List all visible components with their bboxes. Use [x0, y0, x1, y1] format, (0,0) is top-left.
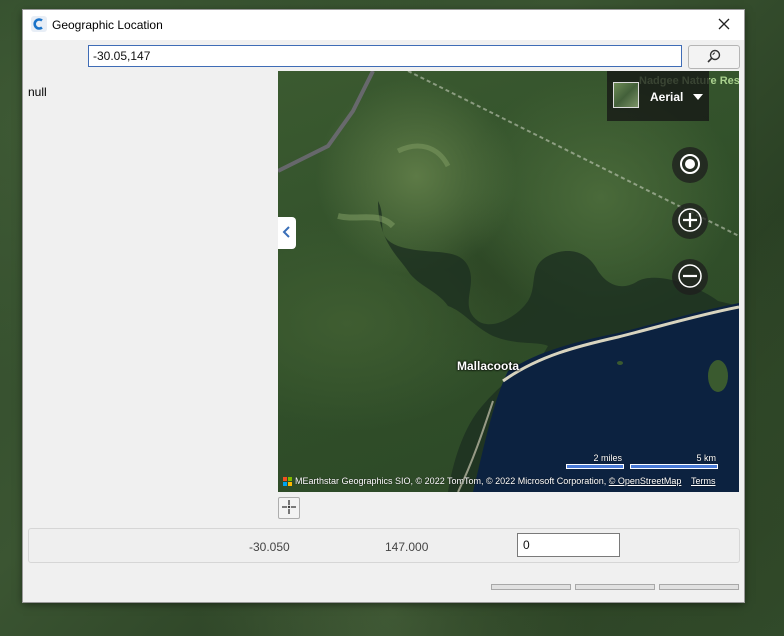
- collapse-panel-button[interactable]: [278, 217, 296, 249]
- altitude-input[interactable]: [517, 533, 620, 557]
- window-title: Geographic Location: [52, 18, 163, 32]
- geographic-location-dialog: Geographic Location null: [23, 10, 744, 602]
- map-view[interactable]: Nadgee Nature Res Aerial Mallac: [278, 71, 739, 492]
- plus-icon: [678, 207, 702, 235]
- map-style-selector[interactable]: Aerial: [607, 71, 709, 121]
- side-panel-text: null: [28, 85, 47, 99]
- scale-km-label: 5 km: [696, 453, 716, 463]
- caret-down-icon: [693, 94, 703, 100]
- map-terrain: [278, 71, 739, 492]
- scale-miles-label: 2 miles: [593, 453, 622, 463]
- footer-button-2[interactable]: [575, 584, 655, 590]
- latitude-value: -30.050: [249, 540, 290, 554]
- aerial-thumbnail-icon: [613, 82, 639, 108]
- terms-link[interactable]: Terms: [691, 476, 716, 486]
- app-c-icon: [31, 16, 47, 32]
- map-style-label: Aerial: [650, 90, 684, 104]
- zoom-out-button[interactable]: [672, 259, 708, 295]
- footer-button-1[interactable]: [491, 584, 571, 590]
- longitude-value: 147.000: [385, 540, 429, 554]
- search-input[interactable]: [88, 45, 682, 67]
- title-bar: Geographic Location: [23, 10, 744, 40]
- openstreetmap-link[interactable]: © OpenStreetMap: [609, 476, 682, 486]
- map-attribution: MEarthstar Geographics SIO, © 2022 TomTo…: [295, 476, 681, 486]
- attribution-text: MEarthstar Geographics SIO, © 2022 TomTo…: [295, 476, 609, 486]
- footer-button-3[interactable]: [659, 584, 739, 590]
- scale-bar-miles: [566, 464, 624, 469]
- coordinates-panel: -30.050 147.000: [28, 528, 740, 563]
- zoom-in-button[interactable]: [672, 203, 708, 239]
- pick-location-button[interactable]: [278, 497, 300, 519]
- search-icon: [707, 49, 721, 66]
- scale-bar-km: [630, 464, 718, 469]
- minus-icon: [678, 263, 702, 291]
- microsoft-logo-icon: [283, 477, 293, 487]
- locate-icon: [678, 152, 702, 179]
- locate-button[interactable]: [672, 147, 708, 183]
- search-button[interactable]: [688, 45, 740, 69]
- chevron-left-icon: [282, 225, 292, 241]
- close-button[interactable]: [704, 10, 744, 40]
- map-place-label: Mallacoota: [457, 359, 520, 373]
- crosshair-icon: [282, 499, 296, 517]
- close-icon: [718, 18, 730, 33]
